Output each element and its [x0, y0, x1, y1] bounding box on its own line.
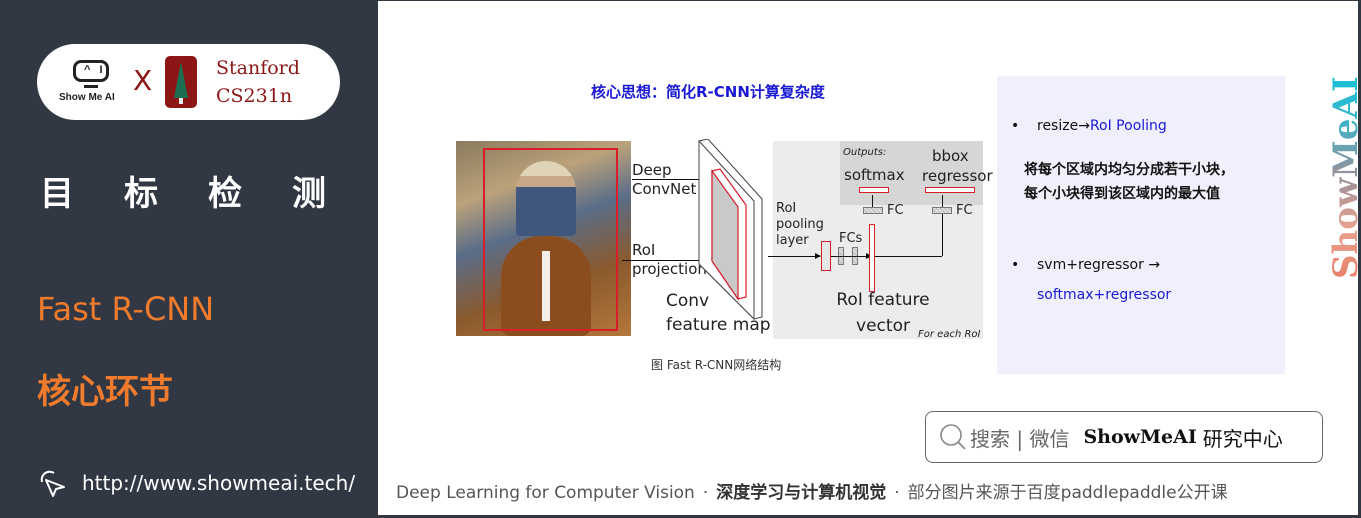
conv-feature-map-label: Conv feature map — [666, 289, 771, 337]
logo-face: ^ I — [84, 64, 106, 76]
bbox-output-bar — [925, 187, 975, 193]
fc-label-right: FC — [956, 203, 973, 218]
fc-bbox-box — [932, 207, 952, 214]
deep-convnet-label: Deep ConvNet — [632, 161, 696, 199]
footer: Deep Learning for Computer Vision · 深度学习与计… — [396, 478, 1228, 503]
bbox-branch-line — [942, 214, 943, 256]
course-code: CS231n — [216, 85, 293, 107]
input-image — [456, 141, 631, 336]
footer-separator: · — [702, 483, 709, 503]
topic-subtitle: 核心环节 — [37, 372, 173, 412]
logo-banner[interactable]: ^ I Show Me AI X Stanford CS231n — [37, 44, 340, 120]
stanford-label: Stanford — [216, 57, 300, 79]
label-line: regressor — [922, 167, 993, 185]
monitor-stand — [84, 85, 98, 88]
search-brand-cn: 研究中心 — [1202, 426, 1283, 451]
monitor-icon: ^ I — [73, 60, 109, 82]
label-line: bbox — [932, 147, 969, 165]
showmeai-logo: ^ I Show Me AI — [59, 58, 129, 108]
description-line-1: 将每个区域内均匀分成若干小块， — [1024, 162, 1234, 178]
bullet-2-dot: • — [1011, 257, 1020, 273]
roi-pooling-description: 将每个区域内均匀分成若干小块， 每个小块得到该区域内的最大值 — [1024, 158, 1234, 206]
bbox-connector — [942, 195, 943, 207]
fcs-arrow — [831, 253, 872, 259]
topic-title: Fast R-CNN — [37, 290, 215, 328]
footer-course-cn: 深度学习与计算机视觉 — [716, 483, 887, 503]
label-line: Conv — [666, 291, 710, 311]
explanation-box: • resize→RoI Pooling 将每个区域内均匀分成若干小块， 每个小… — [997, 76, 1285, 374]
softmax-connector — [872, 195, 873, 207]
label-line: ConvNet — [632, 180, 697, 198]
footer-course-en: Deep Learning for Computer Vision — [396, 483, 695, 503]
fc-label-left: FC — [887, 203, 904, 218]
bullet-2: svm+regressor → — [1037, 257, 1161, 273]
feature-to-bbox-line — [871, 256, 942, 257]
fast-rcnn-diagram: Deep ConvNet RoI projection Conv feature… — [456, 139, 993, 340]
showmeai-logo-text: Show Me AI — [59, 92, 115, 103]
label-line: layer — [776, 233, 809, 248]
watermark-text: ShowMeAI — [1326, 76, 1361, 279]
wechat-search-box[interactable]: 搜索 | 微信 ShowMeAI 研究中心 — [925, 411, 1323, 463]
sidebar: ^ I Show Me AI X Stanford CS231n 目标检测 Fa… — [0, 0, 378, 518]
showmeai-watermark: ShowMeAI — [1288, 39, 1361, 279]
figure-caption: 图 Fast R-CNN网络结构 — [651, 358, 782, 372]
bbox-regressor-label: bbox regressor — [922, 146, 993, 186]
region-proposal-box — [483, 148, 618, 331]
label-line: feature map — [666, 315, 771, 335]
section-title: 目标检测 — [40, 174, 376, 214]
stanford-tree-icon — [165, 56, 197, 108]
tree-shape — [174, 62, 188, 98]
for-each-roi-label: For each RoI — [918, 329, 981, 340]
search-brand: ShowMeAI — [1083, 426, 1197, 448]
slide-content: 核心思想：简化R-CNN计算复杂度 Deep ConvNet RoI proje… — [378, 1, 1361, 515]
cursor-click-icon — [40, 470, 65, 497]
stanford-course: Stanford CS231n — [216, 54, 300, 110]
website-url[interactable]: http://www.showmeai.tech/ — [82, 471, 355, 495]
footer-separator: · — [894, 483, 900, 503]
search-hint: 搜索 | 微信 — [970, 426, 1070, 451]
bullet-1-dot: • — [1011, 118, 1020, 134]
fcs-label: FCs — [839, 231, 863, 246]
footer-source-note: 部分图片来源于百度paddlepaddle公开课 — [907, 483, 1228, 503]
slide-title: 核心思想：简化R-CNN计算复杂度 — [591, 83, 825, 101]
website-link[interactable]: http://www.showmeai.tech/ — [36, 468, 355, 498]
bullet-1-prefix: resize→ — [1037, 118, 1090, 134]
bullet-1-highlight: RoI Pooling — [1089, 118, 1167, 134]
roi-pooling-label: RoI pooling layer — [776, 201, 824, 249]
label-line: RoI feature — [836, 290, 930, 310]
description-line-2: 每个小块得到该区域内的最大值 — [1024, 186, 1220, 202]
search-icon — [940, 424, 966, 450]
label-line: pooling — [776, 217, 824, 232]
bullet-1: resize→RoI Pooling — [1037, 118, 1167, 134]
tree-trunk — [179, 98, 183, 104]
label-line: RoI — [776, 201, 797, 216]
fc-softmax-box — [863, 207, 883, 214]
softmax-label: softmax — [844, 166, 905, 184]
softmax-output-bar — [859, 187, 889, 193]
pooling-arrow — [768, 253, 821, 259]
roi-feature-vector-bar — [869, 224, 875, 292]
roi-pool-block — [821, 241, 831, 271]
outputs-label: Outputs: — [843, 147, 887, 158]
bullet-2-highlight: softmax+regressor — [1037, 287, 1172, 303]
collab-x: X — [133, 64, 153, 97]
label-line: Deep — [632, 161, 672, 179]
